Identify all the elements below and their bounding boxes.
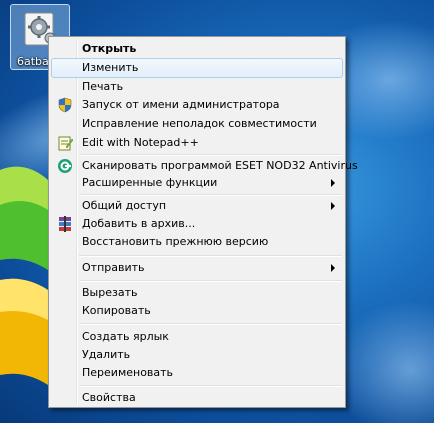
menu-item-label: Удалить	[82, 348, 131, 361]
menu-item-troubleshoot[interactable]: Исправление неполадок совместимости	[51, 114, 343, 134]
menu-item-label: Свойства	[82, 391, 136, 404]
menu-separator	[79, 280, 342, 282]
winrar-icon	[59, 216, 71, 232]
menu-item-advanced[interactable]: Расширенные функции	[51, 173, 343, 193]
menu-item-open[interactable]: Открыть	[51, 39, 343, 59]
menu-item-label: Копировать	[82, 304, 151, 317]
menu-item-label: Расширенные функции	[82, 176, 218, 189]
menu-item-restore[interactable]: Восстановить прежнюю версию	[51, 232, 343, 252]
menu-item-label: Добавить в архив...	[82, 217, 196, 230]
submenu-arrow-icon	[331, 202, 335, 210]
menu-item-edit[interactable]: Изменить	[51, 58, 343, 78]
menu-item-create-shortcut[interactable]: Создать ярлык	[51, 327, 343, 347]
context-menu: Открыть Изменить Печать Запуск от имени …	[48, 36, 358, 408]
menu-item-label: Сканировать программой ESET NOD32 Antivi…	[82, 159, 358, 172]
menu-item-label: Вырезать	[82, 286, 138, 299]
menu-item-rename[interactable]: Переименовать	[51, 363, 343, 383]
menu-item-label: Восстановить прежнюю версию	[82, 235, 269, 248]
menu-item-label: Отправить	[82, 261, 145, 274]
menu-item-label: Печать	[82, 80, 124, 93]
menu-item-label: Открыть	[82, 42, 137, 55]
menu-item-share[interactable]: Общий доступ	[51, 196, 343, 216]
menu-item-label: Переименовать	[82, 366, 174, 379]
eset-icon	[58, 159, 72, 173]
uac-shield-icon	[58, 97, 72, 113]
menu-item-notepadpp[interactable]: Edit with Notepad++	[51, 133, 343, 153]
desktop[interactable]: 6atbat Открыть Изменить Печать Запуск от…	[0, 0, 434, 423]
windows-logo	[0, 166, 48, 385]
menu-item-cut[interactable]: Вырезать	[51, 283, 343, 303]
notepadpp-icon	[58, 136, 73, 151]
submenu-arrow-icon	[331, 264, 335, 272]
menu-separator	[79, 255, 342, 257]
menu-separator	[79, 323, 342, 325]
menu-item-send-to[interactable]: Отправить	[51, 258, 343, 278]
menu-item-label: Edit with Notepad++	[82, 136, 199, 149]
menu-item-label: Изменить	[82, 61, 139, 74]
submenu-arrow-icon	[331, 179, 335, 187]
menu-item-run-as-admin[interactable]: Запуск от имени администратора	[51, 95, 343, 115]
menu-item-label: Запуск от имени администратора	[82, 98, 280, 111]
menu-item-copy[interactable]: Копировать	[51, 301, 343, 321]
menu-item-label: Исправление неполадок совместимости	[82, 117, 317, 130]
menu-item-properties[interactable]: Свойства	[51, 388, 343, 408]
menu-item-label: Создать ярлык	[82, 330, 169, 343]
menu-item-label: Общий доступ	[82, 199, 167, 212]
menu-separator	[79, 385, 342, 387]
menu-item-delete[interactable]: Удалить	[51, 345, 343, 365]
menu-item-print[interactable]: Печать	[51, 77, 343, 97]
menu-item-add-archive[interactable]: Добавить в архив...	[51, 214, 343, 234]
